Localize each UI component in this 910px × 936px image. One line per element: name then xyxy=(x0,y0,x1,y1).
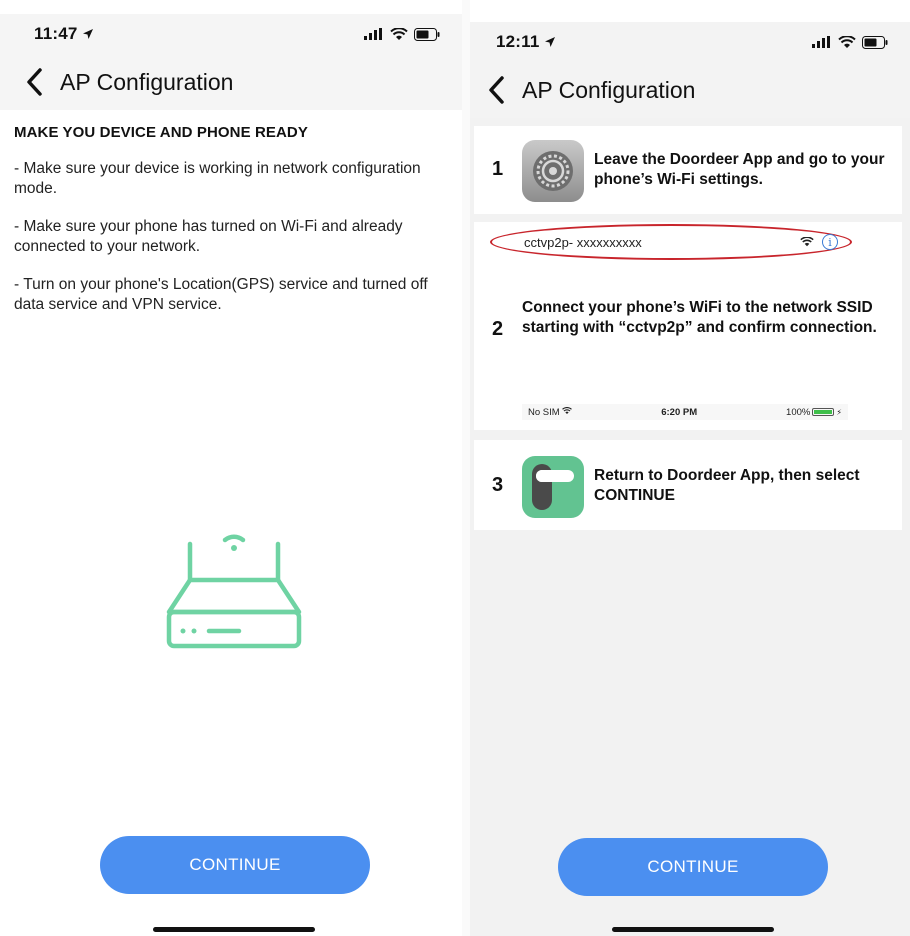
step-text: Connect your phone’s WiFi to the network… xyxy=(522,299,877,336)
router-wifi-icon xyxy=(166,534,302,649)
location-arrow-icon xyxy=(544,37,555,47)
instruction-item: - Turn on your phone's Location(GPS) ser… xyxy=(14,276,428,313)
door-handle-icon xyxy=(522,456,584,518)
status-bar: 12:11 xyxy=(470,22,910,62)
instruction-item: - Make sure your phone has turned on Wi-… xyxy=(14,218,403,255)
mini-battery-percent: 100% xyxy=(786,406,811,418)
chevron-left-icon xyxy=(27,68,42,96)
cellular-signal-icon xyxy=(812,36,830,48)
mini-carrier: No SIM xyxy=(528,406,560,418)
status-time: 12:11 xyxy=(496,32,540,51)
page-title: AP Configuration xyxy=(60,68,234,95)
example-status-bar: No SIM 6:20 PM 100% ⚡ xyxy=(522,404,848,420)
step-text: Leave the Doordeer App and go to your ph… xyxy=(594,151,885,188)
status-time: 11:47 xyxy=(34,24,78,43)
battery-icon xyxy=(812,408,835,416)
status-icons xyxy=(364,27,440,41)
status-icons xyxy=(812,35,888,49)
wifi-network-example: cctvp2p- xxxxxxxxxx i xyxy=(494,228,850,256)
chevron-left-icon xyxy=(489,76,504,104)
instructions-heading: MAKE YOU DEVICE AND PHONE READY xyxy=(14,124,308,141)
page-title: AP Configuration xyxy=(522,76,696,103)
charging-icon: ⚡ xyxy=(836,407,842,417)
info-icon: i xyxy=(822,234,838,250)
mini-time: 6:20 PM xyxy=(661,406,698,418)
step-number: 1 xyxy=(492,158,504,180)
right-phone-screen: 12:11 AP Configuration 1 Leave the Doord… xyxy=(470,0,910,936)
wifi-icon xyxy=(562,406,573,414)
nav-bar: AP Configuration xyxy=(470,62,910,118)
settings-gear-icon xyxy=(522,140,584,202)
status-bar: 11:47 xyxy=(0,14,462,54)
step-number: 3 xyxy=(492,474,504,496)
step-text: Return to Doordeer App, then select CONT… xyxy=(594,467,860,504)
home-indicator[interactable] xyxy=(612,927,774,932)
back-button[interactable] xyxy=(484,75,508,105)
continue-button[interactable]: CONTINUE xyxy=(558,838,828,896)
left-phone-screen: 11:47 AP Configuration MAKE YOU DEVICE A… xyxy=(0,0,462,936)
nav-bar: AP Configuration xyxy=(0,54,462,110)
step-card-3: 3 Return to Doordeer App, then select CO… xyxy=(474,440,902,530)
wifi-icon xyxy=(800,237,814,247)
wifi-icon xyxy=(838,35,856,48)
continue-button[interactable]: CONTINUE xyxy=(100,836,370,894)
wifi-icon xyxy=(390,27,408,40)
wifi-ssid-text: cctvp2p- xxxxxxxxxx xyxy=(524,234,642,250)
screen-divider xyxy=(462,0,470,936)
step-number: 2 xyxy=(492,318,504,340)
battery-icon xyxy=(414,27,440,41)
instructions-panel: MAKE YOU DEVICE AND PHONE READY - Make s… xyxy=(0,112,462,345)
cellular-signal-icon xyxy=(364,28,382,40)
battery-icon xyxy=(862,35,888,49)
home-indicator[interactable] xyxy=(153,927,315,932)
location-arrow-icon xyxy=(82,29,93,39)
back-button[interactable] xyxy=(22,67,46,97)
instruction-item: - Make sure your device is working in ne… xyxy=(14,160,421,197)
step-card-1: 1 Leave the Doordeer App and go to your … xyxy=(474,126,902,214)
